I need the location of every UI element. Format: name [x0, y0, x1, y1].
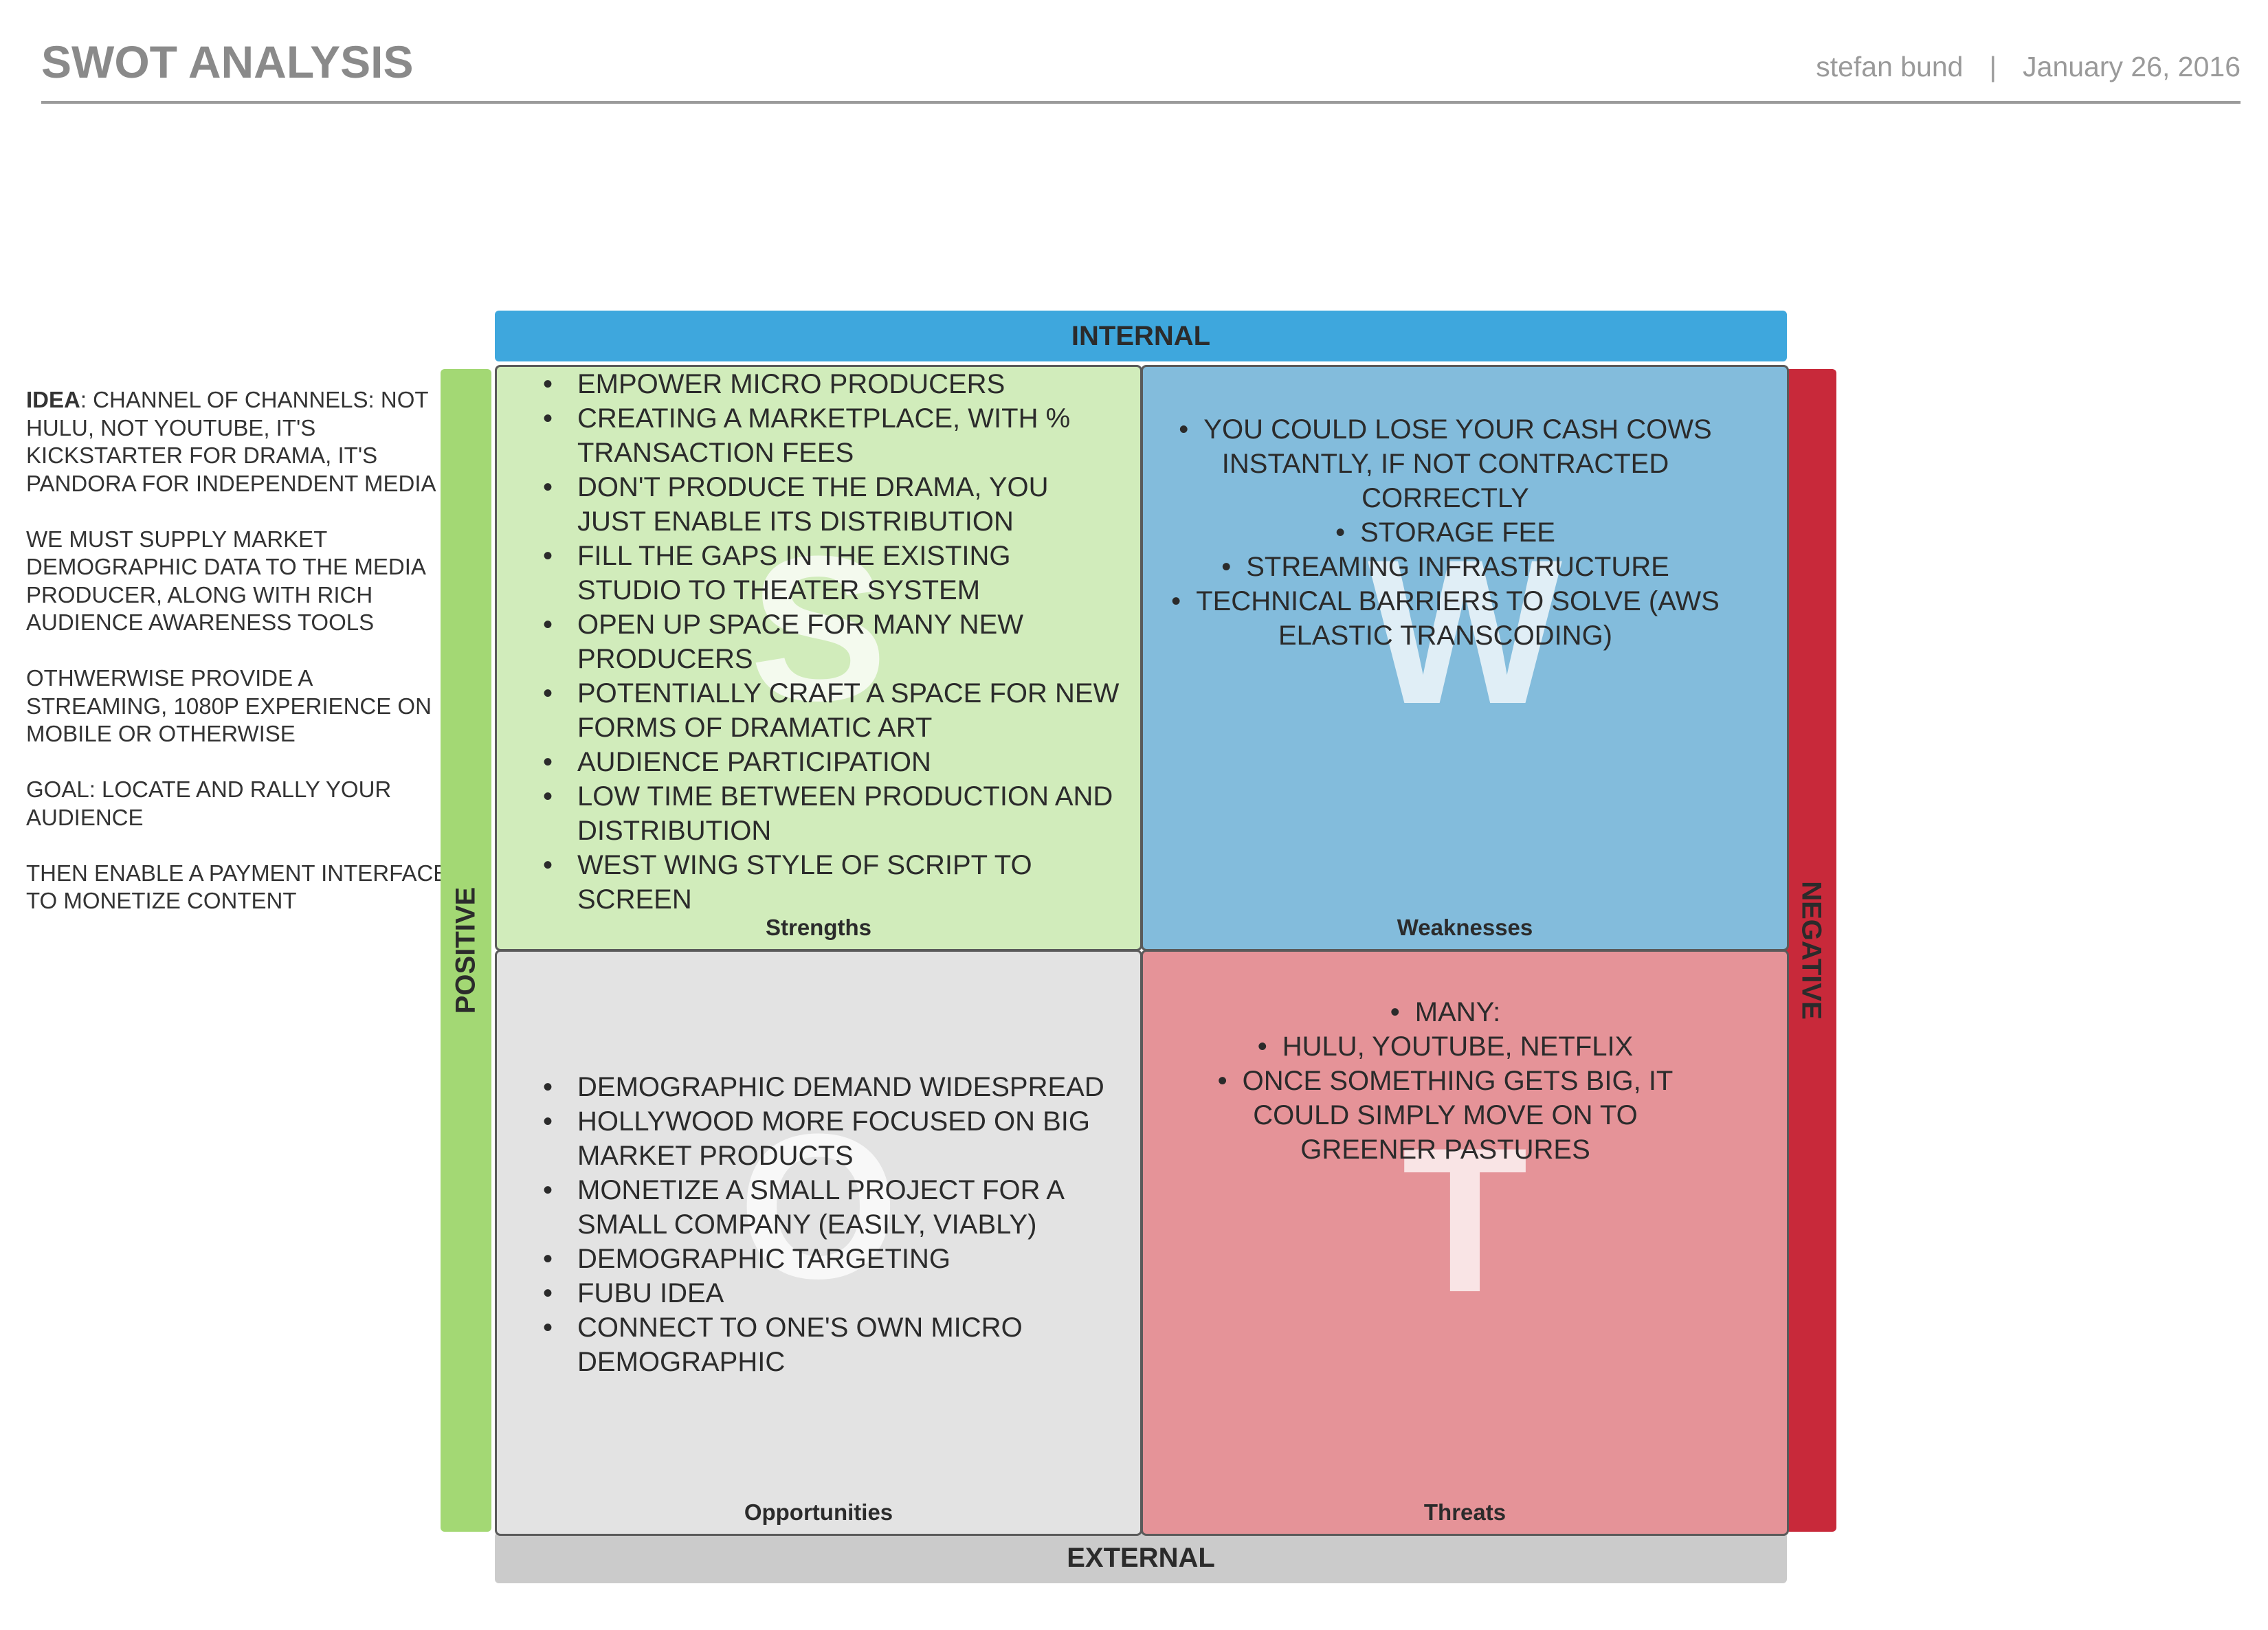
- strengths-item: FILL THE GAPS IN THE EXISTING STUDIO TO …: [543, 539, 1120, 607]
- header-divider: [41, 101, 2241, 104]
- opportunities-quadrant: O DEMOGRAPHIC DEMAND WIDESPREADHOLLYWOOD…: [495, 950, 1142, 1536]
- threats-list: MANY:HULU, YOUTUBE, NETFLIXONCE SOMETHIN…: [1205, 995, 1686, 1167]
- positive-label: POSITIVE: [450, 886, 481, 1014]
- internal-axis-bar: INTERNAL: [495, 311, 1787, 361]
- note-paragraph: OTHWERWISE PROVIDE A STREAMING, 1080P EX…: [26, 665, 432, 746]
- weaknesses-caption: Weaknesses: [1397, 915, 1533, 940]
- strengths-item: DON'T PRODUCE THE DRAMA, YOU JUST ENABLE…: [543, 470, 1120, 539]
- threats-item: MANY:: [1205, 995, 1686, 1029]
- internal-label: INTERNAL: [1071, 320, 1211, 351]
- opportunities-item: DEMOGRAPHIC DEMAND WIDESPREAD: [543, 1070, 1120, 1104]
- opportunities-item: CONNECT TO ONE'S OWN MICRO DEMOGRAPHIC: [543, 1310, 1120, 1379]
- idea-paragraph: IDEA: CHANNEL OF CHANNELS: NOT HULU, NOT…: [26, 386, 452, 498]
- weaknesses-item: YOU COULD LOSE YOUR CASH COWS INSTANTLY,…: [1170, 412, 1720, 515]
- negative-label: NEGATIVE: [1796, 881, 1827, 1020]
- document-date: January 26, 2016: [2023, 51, 2241, 82]
- external-axis-bar: EXTERNAL: [495, 1532, 1787, 1583]
- opportunities-item: DEMOGRAPHIC TARGETING: [543, 1242, 1120, 1276]
- threats-caption: Threats: [1423, 1499, 1507, 1525]
- note-paragraph: WE MUST SUPPLY MARKET DEMOGRAPHIC DATA T…: [26, 526, 425, 636]
- weaknesses-list: YOU COULD LOSE YOUR CASH COWS INSTANTLY,…: [1170, 412, 1720, 653]
- opportunities-item: HOLLYWOOD MORE FOCUSED ON BIG MARKET PRO…: [543, 1104, 1120, 1173]
- external-label: EXTERNAL: [1067, 1542, 1215, 1573]
- strengths-item: WEST WING STYLE OF SCRIPT TO SCREEN: [543, 848, 1120, 917]
- threats-item: HULU, YOUTUBE, NETFLIX: [1205, 1029, 1686, 1064]
- positive-axis-bar: POSITIVE: [441, 369, 491, 1532]
- opportunities-caption: Opportunities: [744, 1499, 893, 1525]
- strengths-list: EMPOWER MICRO PRODUCERSCREATING A MARKET…: [543, 367, 1120, 917]
- author-name: stefan bund: [1816, 51, 1964, 82]
- header-meta: stefan bund | January 26, 2016: [1816, 51, 2241, 83]
- opportunities-item: FUBU IDEA: [543, 1276, 1120, 1310]
- threats-item: ONCE SOMETHING GETS BIG, IT COULD SIMPLY…: [1205, 1064, 1686, 1167]
- weaknesses-item: STREAMING INFRASTRUCTURE: [1170, 550, 1720, 584]
- note-paragraph: GOAL: LOCATE AND RALLY YOUR AUDIENCE: [26, 777, 392, 830]
- page-title: SWOT ANALYSIS: [41, 36, 414, 87]
- strengths-item: AUDIENCE PARTICIPATION: [543, 745, 1120, 779]
- strengths-caption: Strengths: [765, 915, 871, 940]
- strengths-item: EMPOWER MICRO PRODUCERS: [543, 367, 1120, 401]
- strengths-item: CREATING A MARKETPLACE, WITH % TRANSACTI…: [543, 401, 1120, 470]
- strengths-item: POTENTIALLY CRAFT A SPACE FOR NEW FORMS …: [543, 676, 1120, 745]
- meta-separator: |: [1989, 51, 1997, 82]
- threats-quadrant: T MANY:HULU, YOUTUBE, NETFLIXONCE SOMETH…: [1141, 950, 1789, 1536]
- weaknesses-item: TECHNICAL BARRIERS TO SOLVE (AWS ELASTIC…: [1170, 584, 1720, 653]
- idea-label: IDEA: [26, 387, 80, 412]
- negative-axis-bar: NEGATIVE: [1786, 369, 1836, 1532]
- weaknesses-quadrant: W YOU COULD LOSE YOUR CASH COWS INSTANTL…: [1141, 365, 1789, 951]
- idea-text: : CHANNEL OF CHANNELS: NOT HULU, NOT YOU…: [26, 387, 436, 496]
- strengths-item: LOW TIME BETWEEN PRODUCTION AND DISTRIBU…: [543, 779, 1120, 848]
- opportunities-item: MONETIZE A SMALL PROJECT FOR A SMALL COM…: [543, 1173, 1120, 1242]
- note-paragraph: THEN ENABLE A PAYMENT INTERFACE TO MONET…: [26, 860, 449, 914]
- weaknesses-item: STORAGE FEE: [1170, 515, 1720, 550]
- opportunities-list: DEMOGRAPHIC DEMAND WIDESPREADHOLLYWOOD M…: [543, 1070, 1120, 1379]
- strengths-item: OPEN UP SPACE FOR MANY NEW PRODUCERS: [543, 607, 1120, 676]
- idea-notes: IDEA: CHANNEL OF CHANNELS: NOT HULU, NOT…: [26, 386, 452, 943]
- strengths-quadrant: S EMPOWER MICRO PRODUCERSCREATING A MARK…: [495, 365, 1142, 951]
